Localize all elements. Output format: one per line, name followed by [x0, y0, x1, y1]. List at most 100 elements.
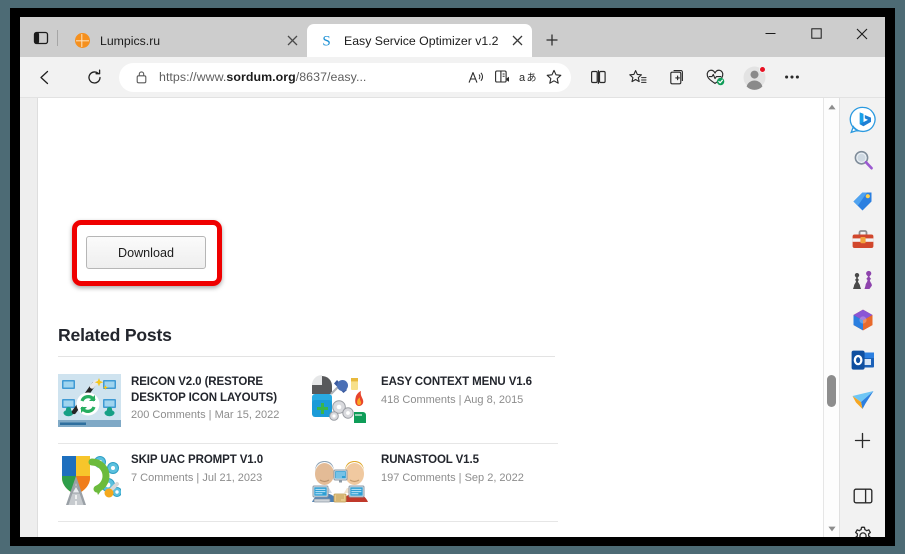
edge-browser-window: Lumpics.ru S Easy Service Optimizer v1.2 [20, 17, 885, 537]
url-text: https://www.sordum.org/8637/easy... [159, 70, 463, 84]
post-meta-separator: | [208, 409, 212, 421]
window-frame: Lumpics.ru S Easy Service Optimizer v1.2 [10, 8, 895, 546]
page-left-gutter [20, 98, 38, 537]
add-sidebar-app-icon[interactable] [847, 424, 879, 456]
profile-avatar-button[interactable] [739, 62, 770, 93]
scroll-down-arrow[interactable] [824, 520, 840, 537]
sordum-page: Download Related Posts REICON V2.0 (REST… [38, 98, 823, 537]
post-text: EASY CONTEXT MENU V1.6 418 Comments | Au… [381, 374, 548, 433]
page-area: Download Related Posts REICON V2.0 (REST… [20, 98, 839, 537]
post-title[interactable]: SKIP UAC PROMPT V1.0 [131, 453, 298, 469]
minimize-icon [765, 33, 775, 34]
favorites-icon [628, 69, 647, 83]
copilot-bing-icon[interactable] [847, 104, 879, 136]
edge-sidebar [839, 98, 885, 537]
games-icon[interactable] [847, 264, 879, 296]
outlook-icon[interactable] [847, 344, 879, 376]
url-domain: sordum.org [226, 70, 296, 84]
shopping-tag-icon[interactable] [847, 184, 879, 216]
tools-toolbox-icon[interactable] [847, 224, 879, 256]
post-meta: 197 Comments | Sep 2, 2022 [381, 472, 548, 484]
related-posts-heading: Related Posts [58, 325, 172, 345]
sidebar-panel-toggle-icon[interactable] [847, 480, 879, 512]
back-button[interactable] [30, 62, 61, 93]
refresh-button[interactable] [79, 62, 110, 93]
tab-lumpics[interactable]: Lumpics.ru [63, 24, 307, 57]
post-meta: 7 Comments | Jul 21, 2023 [131, 472, 298, 484]
tab-title: Easy Service Optimizer v1.2 [344, 33, 499, 48]
url-prefix: https://www. [159, 70, 227, 84]
chevron-up-icon [828, 104, 836, 109]
related-posts-divider [58, 356, 555, 357]
post-title[interactable]: EASY CONTEXT MENU V1.6 [381, 375, 548, 391]
browser-essentials-button[interactable] [700, 62, 731, 93]
post-meta: 418 Comments | Aug 8, 2015 [381, 394, 548, 406]
svg-text:a: a [519, 72, 526, 84]
post-date: Aug 8, 2015 [463, 393, 524, 406]
translate-icon[interactable]: a あ [515, 65, 541, 90]
close-window-button[interactable] [839, 17, 885, 50]
post-text: RUNASTOOL V1.5 197 Comments | Sep 2, 202… [381, 452, 548, 511]
scrollbar-thumb[interactable] [827, 375, 836, 407]
notification-dot [759, 65, 766, 73]
easy-context-menu-mouse-pin-icon [308, 374, 371, 427]
download-button[interactable]: Download [86, 236, 206, 269]
tab-strip: Lumpics.ru S Easy Service Optimizer v1.2 [20, 17, 885, 57]
close-icon [512, 35, 522, 46]
tab-close-button[interactable] [506, 30, 528, 52]
chevron-down-icon [828, 526, 836, 531]
sordum-s-icon: S [317, 32, 335, 50]
read-aloud-icon[interactable] [463, 65, 489, 90]
post-comments: 200 Comments [131, 409, 206, 421]
address-bar[interactable]: https://www.sordum.org/8637/easy... a あ [119, 62, 571, 92]
post-title[interactable]: REICON V2.0 (RESTORE DESKTOP ICON LAYOUT… [131, 375, 298, 406]
post-comments: 197 Comments [381, 471, 456, 484]
close-icon [287, 35, 297, 46]
screenshot-root: Lumpics.ru S Easy Service Optimizer v1.2 [0, 0, 905, 554]
settings-and-more-button[interactable] [776, 62, 807, 93]
maximize-icon [810, 28, 822, 39]
post-meta: 200 Comments | Mar 15, 2022 [131, 409, 298, 421]
favorite-star-icon[interactable] [541, 65, 567, 90]
scroll-up-arrow[interactable] [824, 98, 840, 115]
drop-send-icon[interactable] [847, 384, 879, 416]
post-comments: 418 Comments [381, 393, 456, 406]
svg-text:S: S [322, 34, 330, 50]
split-screen-icon [591, 69, 606, 84]
list-item[interactable]: EASY CONTEXT MENU V1.6 418 Comments | Au… [308, 366, 558, 444]
split-screen-button[interactable] [583, 62, 614, 93]
page-scrollbar[interactable] [823, 98, 839, 537]
post-meta-separator: | [458, 471, 462, 484]
search-icon[interactable] [847, 144, 879, 176]
ellipsis-icon [784, 75, 799, 79]
post-meta-separator: | [196, 471, 200, 484]
microsoft-365-icon[interactable] [847, 304, 879, 336]
lock-icon [131, 70, 151, 84]
navigation-toolbar: https://www.sordum.org/8637/easy... a あ [20, 57, 885, 98]
list-item[interactable]: REICON V2.0 (RESTORE DESKTOP ICON LAYOUT… [58, 366, 308, 444]
tab-title: Lumpics.ru [100, 33, 161, 48]
skip-uac-shield-road-icon [58, 452, 121, 505]
browser-essentials-icon [706, 69, 725, 85]
sidebar-settings-gear-icon[interactable] [847, 520, 879, 537]
collections-icon [669, 69, 683, 84]
new-tab-button[interactable] [538, 26, 566, 54]
tab-easy-service-optimizer[interactable]: S Easy Service Optimizer v1.2 [307, 24, 532, 57]
favorites-button[interactable] [622, 62, 653, 93]
list-item[interactable]: RUNASTOOL V1.5 197 Comments | Sep 2, 202… [308, 444, 558, 522]
post-meta-separator: | [458, 393, 462, 406]
tab-close-button[interactable] [281, 30, 303, 52]
list-item[interactable]: SKIP UAC PROMPT V1.0 7 Comments | Jul 21… [58, 444, 308, 522]
browser-body: Download Related Posts REICON V2.0 (REST… [20, 98, 885, 537]
tab-actions-button[interactable] [26, 23, 56, 53]
immersive-reader-icon[interactable] [489, 65, 515, 90]
maximize-button[interactable] [793, 17, 839, 50]
minimize-button[interactable] [747, 17, 793, 50]
collections-button[interactable] [661, 62, 692, 93]
back-arrow-icon [40, 70, 49, 84]
post-title[interactable]: RUNASTOOL V1.5 [381, 453, 548, 469]
reicon-desktop-wand-icon [58, 374, 121, 427]
plus-icon [546, 34, 558, 46]
post-date: Mar 15, 2022 [214, 409, 280, 421]
orange-slice-icon [73, 32, 91, 50]
